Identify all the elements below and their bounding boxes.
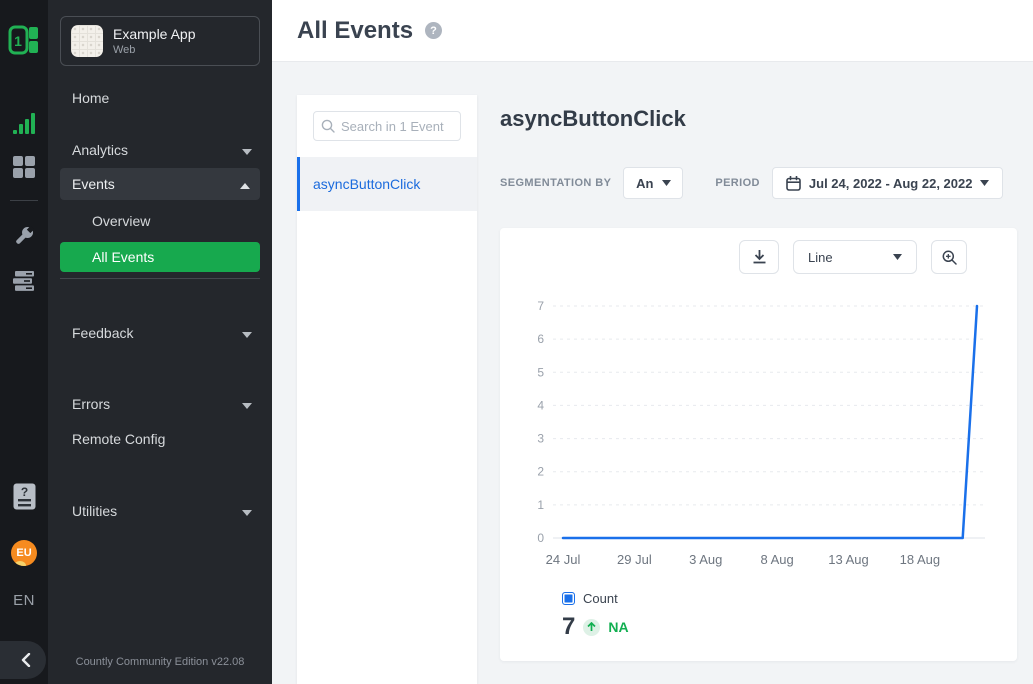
language-label: EN — [13, 592, 35, 609]
chart-card: Line 0 1 2 3 4 5 6 7 24 Jul 29 Jul 3 Aug 8 Aug 13 Au… — [500, 228, 1017, 661]
svg-text:6: 6 — [537, 332, 544, 346]
svg-text:5: 5 — [537, 365, 544, 379]
analytics-bars-icon[interactable] — [0, 112, 48, 136]
zoom-in-icon — [942, 250, 957, 265]
sidebar-item-analytics[interactable]: Analytics — [48, 136, 272, 164]
app-icon — [71, 25, 103, 57]
chevron-down-icon — [662, 180, 671, 186]
svg-text:13 Aug: 13 Aug — [828, 552, 869, 567]
count-total: 7 — [562, 613, 575, 641]
svg-text:18 Aug: 18 Aug — [900, 552, 941, 567]
avatar-status — [14, 561, 26, 566]
server-stack-icon[interactable] — [0, 269, 48, 293]
download-icon — [752, 249, 767, 265]
app-selector[interactable]: Example App Web — [60, 16, 260, 66]
app-type: Web — [113, 44, 196, 56]
count-series-checkbox[interactable] — [562, 592, 575, 605]
event-search-input[interactable] — [313, 111, 461, 141]
chevron-down-icon — [242, 325, 252, 341]
svg-text:0: 0 — [537, 531, 544, 545]
event-title: asyncButtonClick — [500, 106, 686, 132]
svg-text:8 Aug: 8 Aug — [761, 552, 794, 567]
sidebar-item-overview[interactable]: Overview — [48, 207, 272, 235]
segmentation-select[interactable]: An — [623, 167, 683, 199]
period-select[interactable]: Jul 24, 2022 - Aug 22, 2022 — [772, 167, 1004, 199]
chevron-down-icon — [242, 503, 252, 519]
avatar[interactable]: EU — [0, 540, 48, 566]
svg-text:2: 2 — [537, 465, 544, 479]
period-label: PERIOD — [715, 177, 760, 189]
svg-text:7: 7 — [537, 299, 544, 313]
chart-zoom-button[interactable] — [931, 240, 967, 274]
sidebar-item-feedback[interactable]: Feedback — [48, 319, 272, 347]
chevron-down-icon — [980, 180, 989, 186]
sidebar-item-events[interactable]: Events — [60, 168, 260, 200]
collapse-sidebar-button[interactable] — [0, 641, 46, 679]
countly-logo-icon[interactable]: 1 — [0, 24, 48, 56]
wrench-icon[interactable] — [0, 224, 48, 248]
chart-type-select[interactable]: Line — [793, 240, 917, 274]
line-chart[interactable]: 0 1 2 3 4 5 6 7 24 Jul 29 Jul 3 Aug 8 Aug 13 Aug 18 A… — [508, 298, 993, 578]
sidebar-item-utilities[interactable]: Utilities — [48, 497, 272, 525]
event-detail: asyncButtonClick SEGMENTATION BY An PERI… — [500, 63, 1017, 684]
page-title: All Events — [297, 17, 413, 45]
language-switcher[interactable]: EN — [0, 592, 48, 609]
svg-text:3 Aug: 3 Aug — [689, 552, 722, 567]
chevron-up-icon — [240, 176, 250, 192]
sidebar-item-remote-config[interactable]: Remote Config — [48, 425, 272, 453]
icon-rail: 1 — [0, 0, 48, 684]
svg-text:1: 1 — [537, 498, 544, 512]
chart-toolbar: Line — [739, 240, 967, 274]
trend-up-icon — [583, 619, 600, 636]
search-icon — [321, 119, 335, 133]
version-label: Countly Community Edition v22.08 — [48, 656, 272, 668]
page-header: All Events ? — [272, 0, 1033, 62]
sidebar-item-errors[interactable]: Errors — [48, 390, 272, 418]
sidebar-item-home[interactable]: Home — [48, 84, 272, 112]
main-content: asyncButtonClick asyncButtonClick SEGMEN… — [272, 63, 1033, 684]
avatar-initials: EU — [16, 547, 31, 559]
svg-text:3: 3 — [537, 432, 544, 446]
apps-grid-icon[interactable] — [0, 155, 48, 179]
chevron-down-icon — [242, 142, 252, 158]
report-manager-icon[interactable]: ? — [0, 483, 48, 510]
svg-text:24 Jul: 24 Jul — [546, 552, 581, 567]
chevron-down-icon — [893, 254, 902, 260]
help-icon[interactable]: ? — [425, 22, 442, 39]
svg-text:4: 4 — [537, 398, 544, 412]
sidebar: Example App Web Home Analytics Events Ov… — [48, 0, 272, 684]
svg-text:29 Jul: 29 Jul — [617, 552, 652, 567]
sidebar-item-all-events[interactable]: All Events — [60, 242, 260, 272]
chevron-left-icon — [21, 653, 31, 667]
sidebar-divider — [60, 278, 260, 279]
trend-value: NA — [608, 619, 628, 635]
event-list-item-selected[interactable]: asyncButtonClick — [297, 157, 477, 211]
chart-legend: Count 7 NA — [562, 591, 629, 641]
event-list-panel: asyncButtonClick — [297, 95, 477, 684]
segmentation-label: SEGMENTATION BY — [500, 177, 611, 189]
chevron-down-icon — [242, 396, 252, 412]
rail-divider — [10, 200, 38, 201]
calendar-icon — [786, 176, 801, 191]
app-name: Example App — [113, 26, 196, 42]
svg-text:1: 1 — [14, 33, 22, 49]
svg-text:?: ? — [20, 485, 27, 499]
count-series-label: Count — [583, 591, 618, 606]
controls-row: SEGMENTATION BY An PERIOD Jul 24, 2022 -… — [500, 167, 1003, 199]
download-chart-button[interactable] — [739, 240, 779, 274]
